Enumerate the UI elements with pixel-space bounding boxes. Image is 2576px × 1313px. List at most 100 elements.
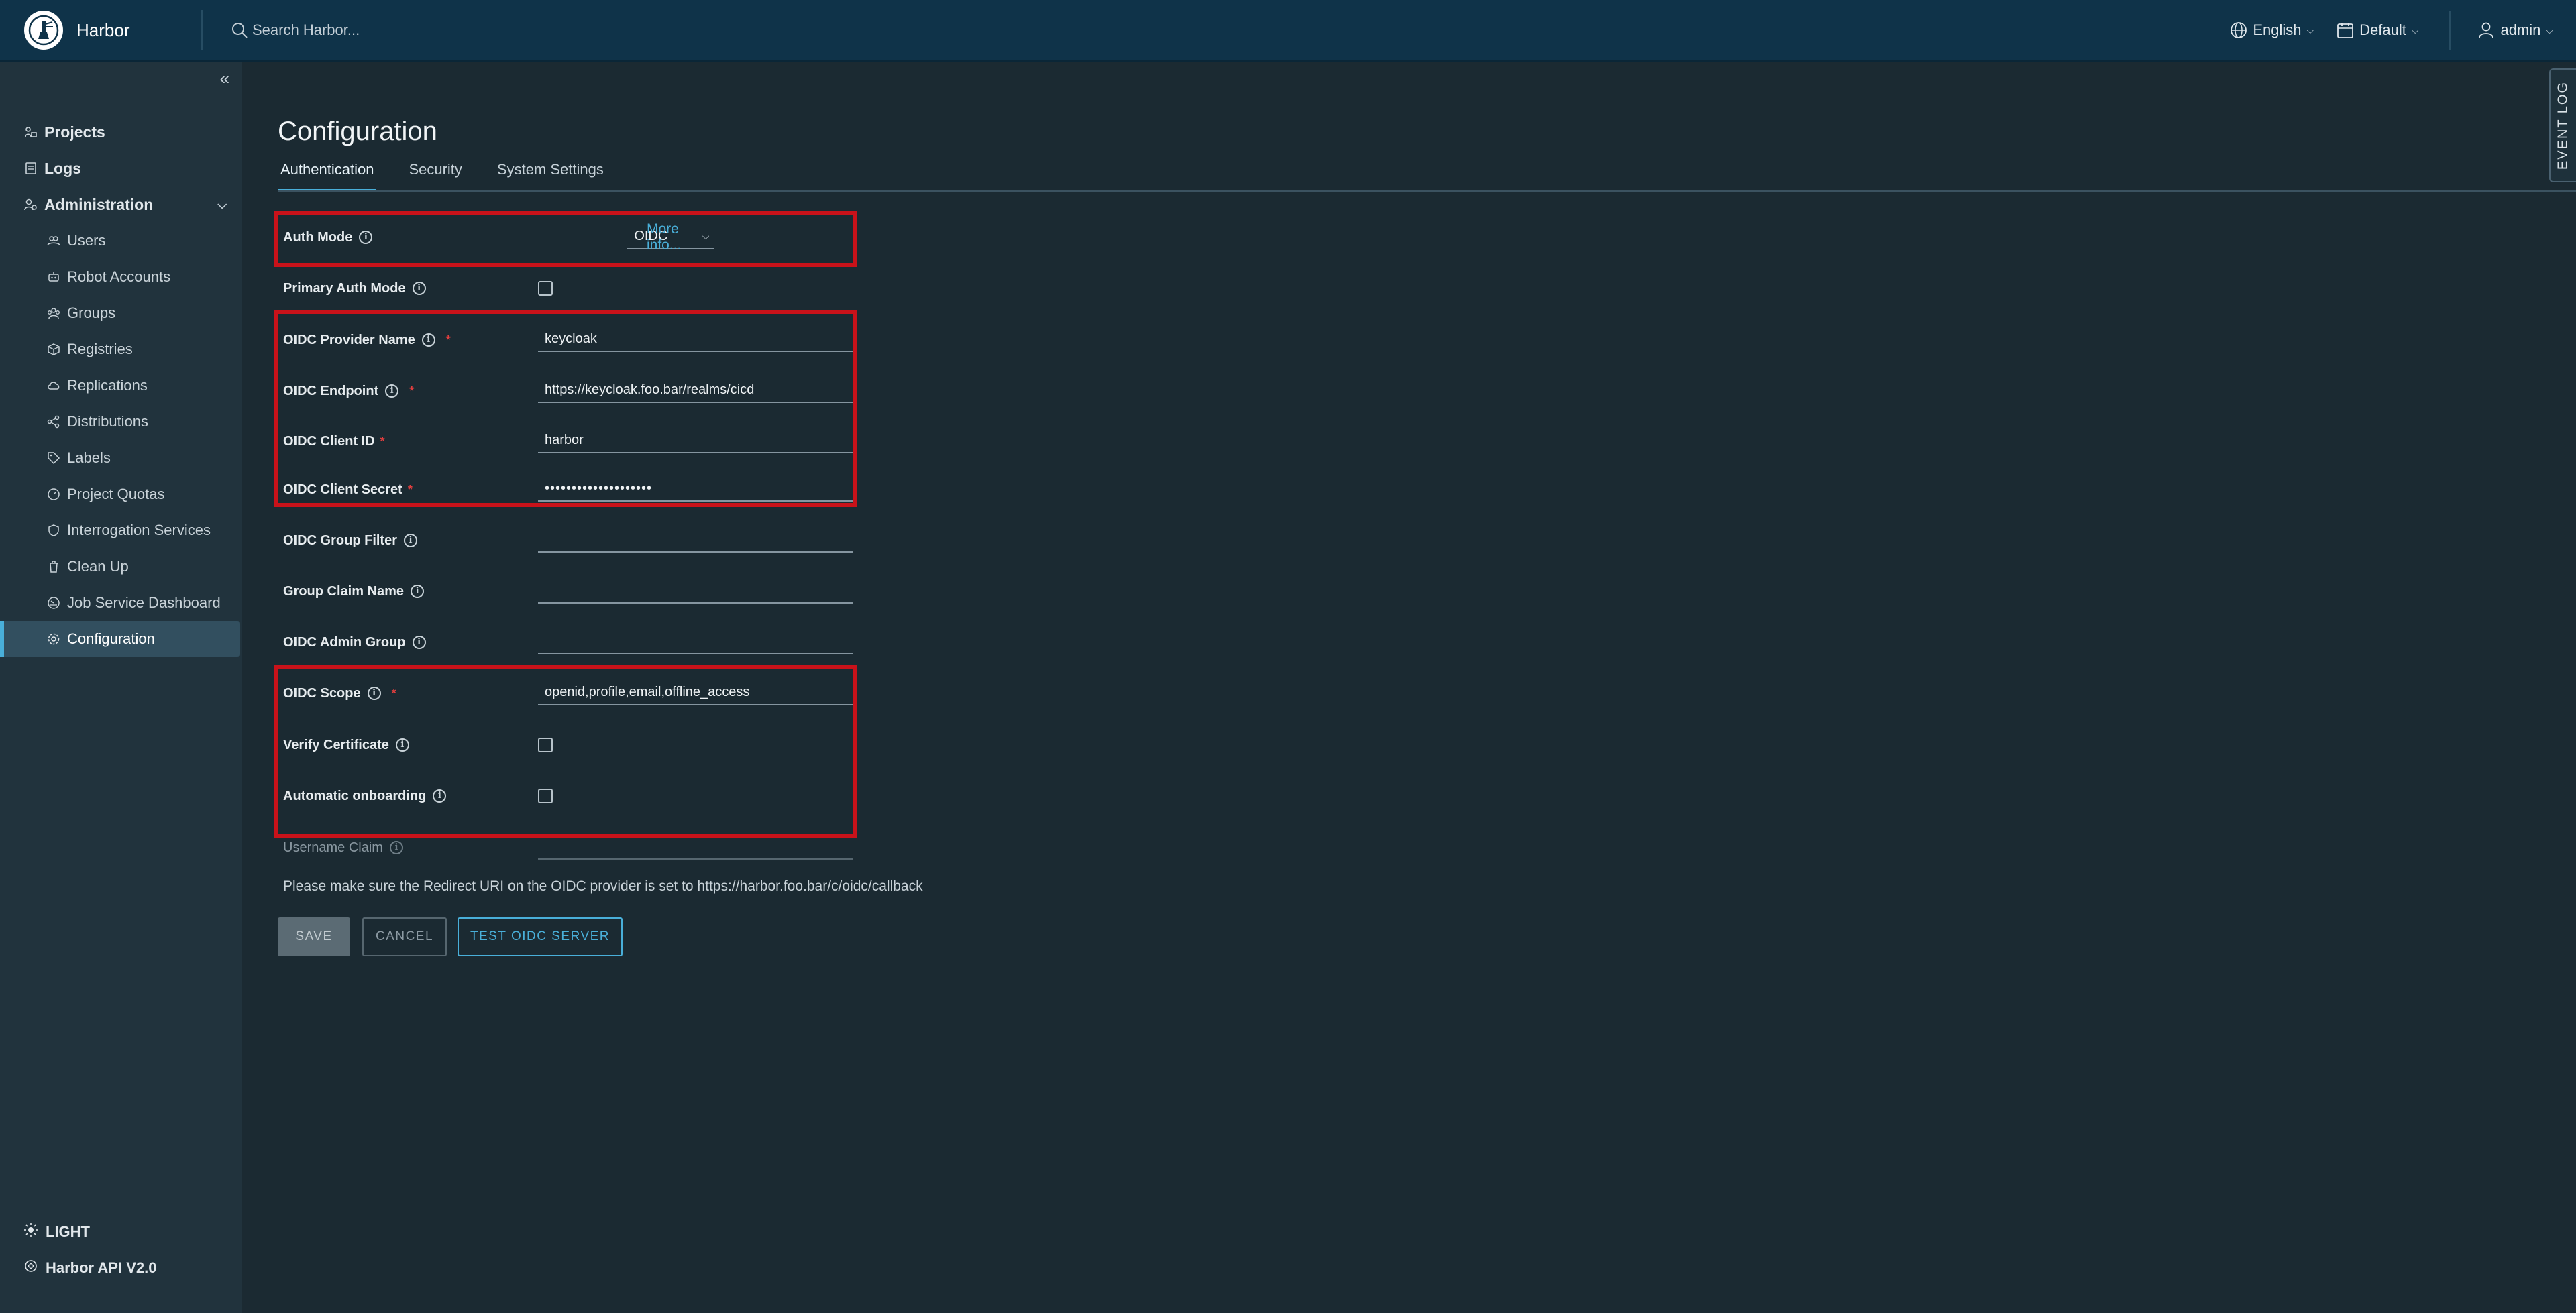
sidebar-item-job-service-dashboard[interactable]: Job Service Dashboard — [0, 585, 241, 621]
info-icon[interactable]: i — [389, 841, 403, 854]
cancel-button[interactable]: CANCEL — [362, 917, 447, 956]
more-info-link[interactable]: More info... — [647, 221, 681, 253]
tab-security[interactable]: Security — [406, 161, 464, 192]
info-icon[interactable]: i — [367, 687, 381, 700]
users-icon — [47, 234, 60, 247]
tabs-divider — [278, 190, 2576, 192]
sidebar-item-label: Users — [67, 232, 106, 249]
tab-authentication[interactable]: Authentication — [278, 161, 377, 192]
sidebar-item-configuration[interactable]: Configuration — [0, 621, 240, 657]
info-icon[interactable]: i — [412, 636, 426, 649]
sidebar: « Projects Logs Administration ⌵ Users R… — [0, 62, 241, 1313]
sidebar-item-robot-accounts[interactable]: Robot Accounts — [0, 259, 241, 295]
save-button[interactable]: SAVE — [278, 917, 350, 956]
sidebar-footer: LIGHT Harbor API V2.0 — [24, 1214, 156, 1286]
sidebar-item-label: Groups — [67, 304, 116, 321]
info-icon[interactable]: i — [385, 384, 399, 398]
sidebar-item-projects[interactable]: Projects — [0, 114, 241, 150]
dashboard-icon — [47, 596, 60, 610]
oidc-client-id-input[interactable]: harbor — [538, 429, 853, 453]
oidc-scope-row: OIDC Scope i * openid,profile,email,offl… — [283, 680, 853, 707]
oidc-group-filter-label: OIDC Group Filter — [283, 532, 397, 548]
chevron-down-icon[interactable]: ⌵ — [217, 198, 227, 212]
verify-certificate-checkbox[interactable] — [538, 738, 553, 752]
sidebar-item-logs[interactable]: Logs — [0, 150, 241, 186]
page-title: Configuration — [278, 117, 437, 146]
tag-icon — [47, 451, 60, 465]
theme-toggle[interactable]: LIGHT — [24, 1214, 156, 1250]
sidebar-item-registries[interactable]: Registries — [0, 331, 241, 367]
sidebar-item-distributions[interactable]: Distributions — [0, 404, 241, 440]
automatic-onboarding-label: Automatic onboarding — [283, 788, 427, 803]
automatic-onboarding-row: Automatic onboarding i — [283, 783, 553, 809]
info-icon[interactable]: i — [395, 738, 409, 752]
group-claim-name-label: Group Claim Name — [283, 583, 405, 599]
api-link[interactable]: Harbor API V2.0 — [24, 1250, 156, 1286]
oidc-provider-name-input[interactable]: keycloak — [538, 328, 853, 352]
info-icon[interactable]: i — [411, 585, 425, 598]
sidebar-item-label: Replications — [67, 377, 148, 394]
sidebar-item-label: Clean Up — [67, 558, 129, 575]
chevron-down-icon: ⌵ — [2306, 24, 2314, 36]
sidebar-item-administration[interactable]: Administration ⌵ — [0, 186, 241, 223]
chevron-down-icon: ⌵ — [2411, 24, 2419, 36]
sidebar-item-label: Job Service Dashboard — [67, 594, 221, 611]
collapse-sidebar-icon[interactable]: « — [220, 68, 229, 89]
oidc-provider-name-row: OIDC Provider Name i * keycloak — [283, 327, 853, 353]
user-menu[interactable]: admin ⌵ — [2477, 21, 2553, 39]
theme-selector[interactable]: Default ⌵ — [2337, 21, 2418, 39]
group-claim-name-input[interactable] — [538, 579, 853, 604]
calendar-icon — [2337, 23, 2354, 38]
tab-system-settings[interactable]: System Settings — [494, 161, 606, 192]
info-icon[interactable]: i — [404, 534, 417, 547]
sidebar-item-label: Interrogation Services — [67, 522, 211, 538]
oidc-admin-group-input[interactable] — [538, 630, 853, 654]
verify-certificate-label: Verify Certificate — [283, 737, 389, 752]
primary-auth-mode-label: Primary Auth Mode — [283, 280, 406, 296]
search-input[interactable]: Search Harbor... — [252, 21, 360, 39]
robot-icon — [47, 270, 60, 284]
sidebar-item-interrogation-services[interactable]: Interrogation Services — [0, 512, 241, 549]
verify-certificate-row: Verify Certificate i — [283, 732, 553, 758]
groups-icon — [47, 306, 60, 320]
sidebar-item-labels[interactable]: Labels — [0, 440, 241, 476]
oidc-scope-input[interactable]: openid,profile,email,offline_access — [538, 681, 853, 705]
oidc-client-secret-label: OIDC Client Secret — [283, 481, 402, 497]
automatic-onboarding-checkbox[interactable] — [538, 789, 553, 803]
header-divider — [2449, 11, 2451, 50]
oidc-group-filter-input[interactable] — [538, 528, 853, 553]
brand[interactable]: Harbor — [0, 11, 201, 50]
sidebar-item-users[interactable]: Users — [0, 223, 241, 259]
primary-auth-mode-checkbox[interactable] — [538, 281, 553, 296]
info-icon[interactable]: i — [421, 333, 435, 347]
info-icon[interactable]: i — [359, 231, 373, 244]
oidc-client-secret-row: OIDC Client Secret * •••••••••••••••••••… — [283, 476, 853, 503]
oidc-endpoint-input[interactable]: https://keycloak.foo.bar/realms/cicd — [538, 379, 853, 403]
oidc-client-secret-input[interactable]: •••••••••••••••••••• — [538, 477, 853, 502]
sidebar-item-clean-up[interactable]: Clean Up — [0, 549, 241, 585]
info-icon[interactable]: i — [433, 789, 447, 803]
sidebar-item-label: Robot Accounts — [67, 268, 171, 285]
oidc-scope-label: OIDC Scope — [283, 685, 361, 701]
chevron-down-icon: ⌵ — [702, 231, 710, 241]
api-label: Harbor API V2.0 — [46, 1259, 157, 1276]
required-marker: * — [445, 333, 451, 347]
logs-icon — [24, 162, 38, 175]
user-icon — [2479, 22, 2494, 38]
language-selector[interactable]: English ⌵ — [2230, 21, 2314, 39]
username-claim-input[interactable] — [538, 836, 853, 860]
search-icon — [232, 23, 248, 38]
sidebar-item-project-quotas[interactable]: Project Quotas — [0, 476, 241, 512]
event-log-tab[interactable]: EVENT LOG — [2549, 68, 2576, 182]
required-marker: * — [407, 482, 413, 496]
sidebar-item-replications[interactable]: Replications — [0, 367, 241, 404]
gauge-icon — [47, 488, 60, 501]
oidc-client-id-row: OIDC Client ID * harbor — [283, 428, 853, 455]
test-oidc-server-button[interactable]: TEST OIDC SERVER — [458, 917, 623, 956]
info-icon[interactable]: i — [412, 282, 426, 295]
sidebar-item-groups[interactable]: Groups — [0, 295, 241, 331]
global-search[interactable]: Search Harbor... — [231, 21, 360, 39]
redirect-uri-note: Please make sure the Redirect URI on the… — [283, 878, 923, 894]
oidc-client-id-label: OIDC Client ID — [283, 433, 375, 449]
registries-icon — [47, 343, 60, 356]
